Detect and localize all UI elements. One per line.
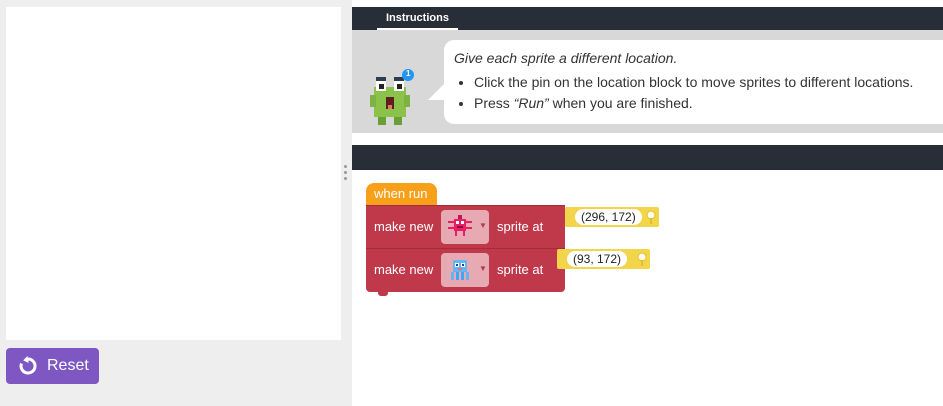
make-new-sprite-block[interactable]: make new ▼ sprite at [366, 205, 565, 248]
block-label: make new [374, 262, 434, 277]
block-label: sprite at [497, 219, 544, 234]
block-label: make new [374, 219, 434, 234]
chevron-down-icon: ▼ [479, 221, 487, 230]
block-label: sprite at [497, 262, 544, 277]
notification-badge: 1 [406, 69, 411, 78]
stage-panel: Reset [0, 0, 352, 406]
instructions-title: Give each sprite a different location. [454, 50, 678, 66]
instruction-item: Press “Run” when you are finished. [474, 93, 933, 114]
location-pin-icon[interactable] [646, 210, 656, 224]
chevron-down-icon: ▼ [479, 264, 487, 273]
make-new-sprite-block[interactable]: make new ▼ sprite at [366, 248, 565, 292]
location-value[interactable]: (296, 172) [575, 209, 642, 225]
sprite-dropdown[interactable]: ▼ [441, 253, 489, 287]
instructions-header: Instructions [352, 7, 943, 30]
panel-divider[interactable] [341, 0, 352, 406]
workspace-header [352, 145, 943, 170]
instruction-text: when you are finished. [548, 95, 693, 111]
instructions-bubble: Give each sprite a different location. C… [444, 40, 943, 124]
instruction-item: Click the pin on the location block to m… [474, 72, 933, 93]
location-block[interactable]: (93, 172) [557, 249, 650, 269]
resize-grip-icon[interactable] [344, 165, 348, 181]
pink-spider-sprite-icon [448, 215, 472, 236]
reset-label: Reset [47, 357, 89, 374]
reset-button[interactable]: Reset [6, 348, 99, 384]
sprite-dropdown[interactable]: ▼ [441, 210, 489, 244]
location-block[interactable]: (296, 172) [565, 207, 659, 227]
when-run-block[interactable]: when run [366, 183, 437, 205]
reset-icon [19, 356, 37, 375]
editor-panel: Instructions 1 Give each sprite a differ… [352, 0, 943, 406]
instruction-text: Press [474, 95, 514, 111]
instructions-panel: 1 Give each sprite a different location.… [352, 30, 943, 133]
instruction-run-text: “Run” [513, 95, 549, 111]
location-pin-icon[interactable] [637, 252, 647, 266]
location-value[interactable]: (93, 172) [567, 251, 628, 267]
blue-octopus-sprite-icon [451, 260, 469, 280]
block-connector [378, 292, 388, 296]
game-stage[interactable] [6, 7, 341, 340]
tab-instructions[interactable]: Instructions [377, 7, 458, 30]
instructions-list: Click the pin on the location block to m… [454, 72, 933, 114]
